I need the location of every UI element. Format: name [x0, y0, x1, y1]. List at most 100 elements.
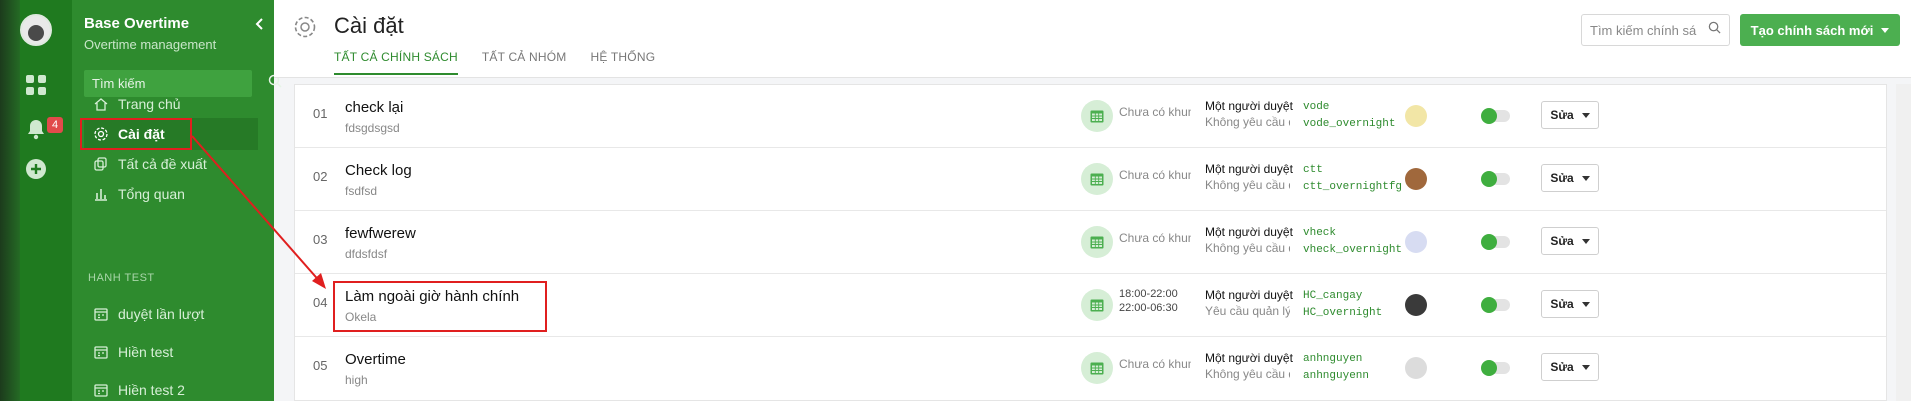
policy-row[interactable]: 05 Overtime high Chưa có khung giờ Một n…	[295, 337, 1886, 400]
edit-button[interactable]: Sửa	[1541, 290, 1599, 318]
policy-search	[1581, 14, 1730, 46]
policy-code: vheck	[1303, 227, 1337, 239]
policy-toggle[interactable]	[1481, 108, 1510, 124]
policy-name[interactable]: Overtime	[345, 351, 406, 368]
search-icon[interactable]	[1708, 21, 1721, 39]
sidebar-item-all-requests[interactable]: Tất cả đề xuất	[72, 148, 274, 180]
timeframe-line: Chưa có khung giờ	[1119, 168, 1191, 182]
policy-timeframe: Chưa có khung giờ	[1119, 231, 1191, 245]
policy-name[interactable]: Check log	[345, 162, 412, 179]
add-circle-icon[interactable]	[23, 156, 49, 182]
timeframe-line: 18:00-22:00	[1119, 288, 1178, 300]
approval-type: Một người duyệt	[1205, 225, 1293, 239]
calendar-icon	[1081, 226, 1113, 258]
policy-row[interactable]: 03 fewfwerew dfdsfdsf Chưa có khung giờ …	[295, 211, 1886, 274]
policy-toggle[interactable]	[1481, 171, 1510, 187]
policy-code-overnight: vode_overnight	[1303, 118, 1396, 130]
approval-requirement: Không yêu cầu quản lý	[1205, 241, 1290, 255]
approval-requirement: Không yêu cầu quản lý	[1205, 178, 1290, 192]
app-title: Base Overtime	[84, 15, 190, 32]
approval-requirement: Yêu cầu quản lý duyệt	[1205, 304, 1290, 318]
approval-type: Một người duyệt	[1205, 99, 1293, 113]
policy-code-overnight: anhnguyenn	[1303, 370, 1370, 382]
calendar-icon	[1081, 100, 1113, 132]
approver-avatar	[1405, 294, 1427, 316]
policy-index: 05	[313, 358, 328, 373]
calendar-icon	[92, 344, 110, 360]
chevron-down-icon	[1581, 238, 1590, 244]
policy-toggle[interactable]	[1481, 297, 1510, 313]
apps-grid-icon[interactable]	[23, 72, 49, 98]
policy-description: fdsgdsgsd	[345, 121, 400, 135]
home-icon	[92, 96, 110, 112]
annotation-highlight-policy	[333, 281, 547, 332]
policy-timeframe: Chưa có khung giờ	[1119, 357, 1191, 371]
policy-code-overnight: ctt_overnightfg	[1303, 181, 1403, 193]
policy-description: high	[345, 373, 368, 387]
approver-avatar	[1405, 357, 1427, 379]
edit-button[interactable]: Sửa	[1541, 353, 1599, 381]
edit-label: Sửa	[1550, 234, 1574, 248]
policy-row[interactable]: 01 check lại fdsgdsgsd Chưa có khung giờ…	[295, 85, 1886, 148]
calendar-icon	[1081, 163, 1113, 195]
policy-toggle[interactable]	[1481, 360, 1510, 376]
timeframe-line: Chưa có khung giờ	[1119, 105, 1191, 119]
icon-rail: 4	[0, 0, 72, 401]
chevron-down-icon	[1581, 301, 1590, 307]
policy-code: HC_cangay	[1303, 290, 1363, 302]
chevron-down-icon	[1581, 364, 1590, 370]
edit-label: Sửa	[1550, 297, 1574, 311]
approval-type: Một người duyệt	[1205, 351, 1293, 365]
chevron-down-icon	[1881, 27, 1890, 33]
policy-timeframe: Chưa có khung giờ	[1119, 105, 1191, 119]
policy-list: 01 check lại fdsgdsgsd Chưa có khung giờ…	[294, 84, 1887, 401]
edit-button[interactable]: Sửa	[1541, 164, 1599, 192]
main-content: Cài đặt TẤT CẢ CHÍNH SÁCH TẤT CẢ NHÓM HỆ…	[274, 0, 1911, 401]
approval-requirement: Không yêu cầu quản lý	[1205, 367, 1290, 381]
edit-label: Sửa	[1550, 171, 1574, 185]
policy-code: vode	[1303, 101, 1330, 113]
timeframe-line: Chưa có khung giờ	[1119, 357, 1191, 371]
create-policy-button[interactable]: Tạo chính sách mới	[1740, 14, 1900, 46]
approver-avatar	[1405, 231, 1427, 253]
tab-all-groups[interactable]: TẤT CẢ NHÓM	[482, 50, 567, 75]
policy-timeframe: Chưa có khung giờ	[1119, 168, 1191, 182]
user-avatar[interactable]	[20, 14, 52, 46]
policy-description: dfdsfdsf	[345, 247, 388, 261]
copy-icon	[92, 156, 110, 172]
sidebar-group-item[interactable]: Hiền test	[72, 336, 274, 368]
approval-type: Một người duyệt	[1205, 288, 1293, 302]
sidebar-item-overview[interactable]: Tổng quan	[72, 178, 274, 210]
policy-search-input[interactable]	[1590, 22, 1708, 38]
sidebar-item-label: Hiền test	[118, 344, 174, 360]
timeframe-line: Chưa có khung giờ	[1119, 231, 1191, 245]
sidebar-item-label: duyệt lần lượt	[118, 306, 205, 322]
app-root: 4 Base Overtime Overtime management Tran…	[0, 0, 1911, 401]
policy-row[interactable]: 02 Check log fsdfsd Chưa có khung giờ Mộ…	[295, 148, 1886, 211]
edit-label: Sửa	[1550, 360, 1574, 374]
tab-all-policies[interactable]: TẤT CẢ CHÍNH SÁCH	[334, 50, 458, 75]
collapse-chevron-icon[interactable]	[255, 18, 265, 33]
gear-icon	[292, 14, 318, 45]
chevron-down-icon	[1581, 112, 1590, 118]
sidebar-section-label: HANH TEST	[88, 272, 155, 284]
policy-toggle[interactable]	[1481, 234, 1510, 250]
edit-button[interactable]: Sửa	[1541, 101, 1599, 129]
tab-system[interactable]: HỆ THỐNG	[591, 50, 656, 75]
edit-button[interactable]: Sửa	[1541, 227, 1599, 255]
sidebar-group-item[interactable]: Hiền test 2	[72, 374, 274, 401]
app-subtitle: Overtime management	[84, 37, 217, 52]
scrollbar[interactable]	[1896, 84, 1911, 401]
policy-name[interactable]: fewfwerew	[345, 225, 416, 242]
sidebar-item-home[interactable]: Trang chủ	[72, 88, 274, 120]
policy-index: 03	[313, 232, 328, 247]
bell-icon[interactable]	[23, 116, 49, 142]
policy-code-overnight: HC_overnight	[1303, 307, 1383, 319]
calendar-icon	[1081, 352, 1113, 384]
rail-edge	[0, 0, 20, 401]
policy-name[interactable]: check lại	[345, 99, 403, 116]
sidebar-group-item[interactable]: duyệt lần lượt	[72, 298, 274, 330]
annotation-highlight-settings	[80, 118, 192, 150]
chevron-down-icon	[1581, 175, 1590, 181]
policy-index: 01	[313, 106, 328, 121]
